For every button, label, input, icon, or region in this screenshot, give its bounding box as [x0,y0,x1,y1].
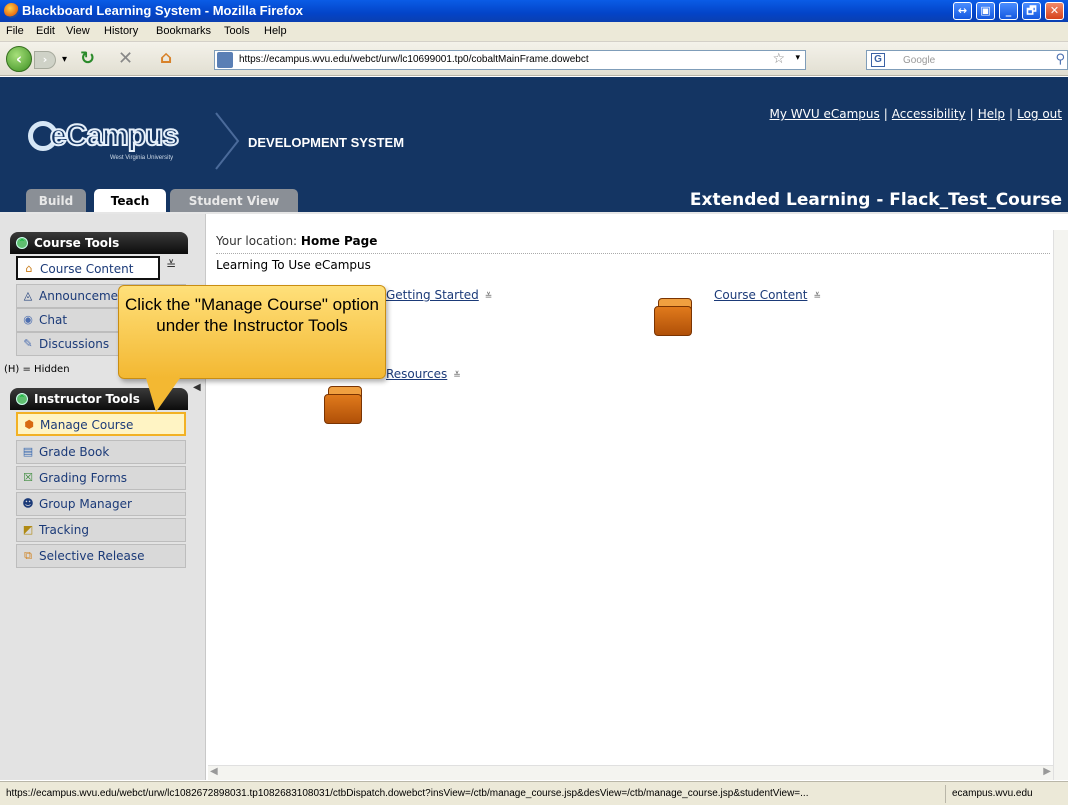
collapse-toggle-icon[interactable]: ⌃ [16,237,28,249]
menu-edit[interactable]: Edit [36,25,55,37]
sidebar-item-grading-forms[interactable]: ☒ Grading Forms [16,466,186,490]
menu-bookmarks[interactable]: Bookmarks [156,25,211,37]
home-icon: ⌂ [25,262,33,275]
menu-history[interactable]: History [104,25,138,37]
grade-book-icon: ▤ [22,445,34,458]
forward-button[interactable]: › [34,51,56,69]
site-header: My WVU eCampus | Accessibility | Help | Log ou… [0,77,1068,214]
divider [216,253,1050,254]
help-link[interactable]: Help [978,107,1005,121]
ecampus-logo[interactable]: eCampus West Virginia University [28,118,198,175]
search-placeholder[interactable]: Google [903,55,935,66]
sidebar-item-grade-book[interactable]: ▤ Grade Book [16,440,186,464]
sidebar-item-selective-release[interactable]: ⧉ Selective Release [16,544,186,568]
maximize-icon[interactable]: 🗗 [1022,2,1041,20]
search-engine-icon[interactable]: G [871,53,885,67]
collapse-icon[interactable]: ≚ [453,371,463,381]
sidebar-item-group-manager[interactable]: ☻ Group Manager [16,492,186,516]
tab-student-view[interactable]: Student View [170,189,298,214]
address-bar[interactable]: https://ecampus.wvu.edu/webct/urw/lc1069… [214,50,806,70]
tab-build[interactable]: Build [26,189,86,214]
url-text[interactable]: https://ecampus.wvu.edu/webct/urw/lc1069… [239,54,589,65]
home-icon[interactable]: ⌂ [160,48,172,68]
getting-started-link[interactable]: Getting Started ≚ [386,288,495,302]
menu-tools[interactable]: Tools [224,25,250,37]
menu-file[interactable]: File [6,25,24,37]
folder-icon[interactable] [320,380,366,426]
callout-pointer [146,378,180,412]
top-links: My WVU eCampus | Accessibility | Help | Log ou… [769,107,1062,121]
vertical-scrollbar[interactable] [1053,230,1068,780]
my-wvu-ecampus-link[interactable]: My WVU eCampus [770,107,880,121]
scroll-left-icon[interactable]: ◀ [210,766,218,777]
menu-bar: File Edit View History Bookmarks Tools H… [0,22,1068,42]
course-title: Extended Learning - Flack_Test_Course [689,190,1062,210]
instruction-callout: Click the "Manage Course" option under t… [118,285,386,379]
course-content-link[interactable]: Course Content ≚ [714,288,823,302]
minimize-icon[interactable]: _ [999,2,1018,20]
collapse-icon[interactable]: ≚ [813,292,823,302]
sidebar-item-tracking[interactable]: ◩ Tracking [16,518,186,542]
status-domain: ecampus.wvu.edu [952,788,1033,799]
grading-forms-icon: ☒ [23,471,33,484]
extra-window-icon[interactable]: ↔ [953,2,972,20]
chat-icon: ◉ [23,313,33,326]
header-divider-chevron [215,112,240,170]
course-tools-header[interactable]: ⌃ Course Tools [10,232,188,254]
course-subtitle: Learning To Use eCampus [216,258,371,272]
collapse-sidebar-icon[interactable]: ◀ [193,382,201,393]
navigation-toolbar: ‹ › ▾ ↻ ✕ ⌂ https://ecampus.wvu.edu/webc… [0,42,1068,76]
breadcrumb: Your location: Home Page [216,234,378,248]
sidebar-item-manage-course[interactable]: ⬢ Manage Course [16,412,186,436]
manage-course-icon: ⬢ [24,418,34,431]
hidden-legend: (H) = Hidden [4,364,70,375]
announcement-icon: ◬ [23,289,33,302]
sidebar-item-course-content[interactable]: ⌂ Course Content [16,256,160,280]
search-box[interactable]: G Google ⚲ [866,50,1068,70]
group-manager-icon: ☻ [22,497,34,510]
horizontal-scrollbar[interactable]: ◀ ▶ [208,765,1053,780]
tab-teach[interactable]: Teach [94,189,166,214]
selective-release-icon: ⧉ [24,549,32,562]
firefox-icon [4,3,19,18]
system-label: DEVELOPMENT SYSTEM [248,135,405,150]
close-icon[interactable]: ✕ [1045,2,1064,20]
status-bar: https://ecampus.wvu.edu/webct/urw/lc1082… [0,781,1068,805]
collapse-toggle-icon[interactable]: ⌃ [16,393,28,405]
window-title: Blackboard Learning System - Mozilla Fir… [22,3,304,18]
page-title: Home Page [300,234,378,248]
site-identity-icon[interactable] [217,52,233,68]
log-out-link[interactable]: Log out [1017,107,1062,121]
collapse-icon[interactable]: ≚ [485,292,495,302]
collapse-course-content-icon[interactable]: ≚ [166,258,176,272]
resources-link[interactable]: Resources ≚ [386,367,463,381]
url-dropdown-icon[interactable]: ▾ [795,53,800,63]
accessibility-link[interactable]: Accessibility [892,107,966,121]
window-title-bar: Blackboard Learning System - Mozilla Fir… [0,0,1068,22]
restore-window-icon[interactable]: ▣ [976,2,995,20]
back-button[interactable]: ‹ [6,46,32,72]
reload-icon[interactable]: ↻ [80,48,95,69]
folder-icon[interactable] [650,292,696,338]
discussion-icon: ✎ [23,337,33,350]
menu-help[interactable]: Help [264,25,287,37]
tracking-icon: ◩ [22,523,34,536]
menu-view[interactable]: View [66,25,90,37]
history-dropdown-icon[interactable]: ▾ [62,54,67,65]
bookmark-star-icon[interactable]: ☆ [772,51,785,67]
search-icon[interactable]: ⚲ [1055,52,1065,67]
scroll-right-icon[interactable]: ▶ [1043,766,1051,777]
status-message: https://ecampus.wvu.edu/webct/urw/lc1082… [6,788,809,799]
stop-icon[interactable]: ✕ [118,48,133,69]
